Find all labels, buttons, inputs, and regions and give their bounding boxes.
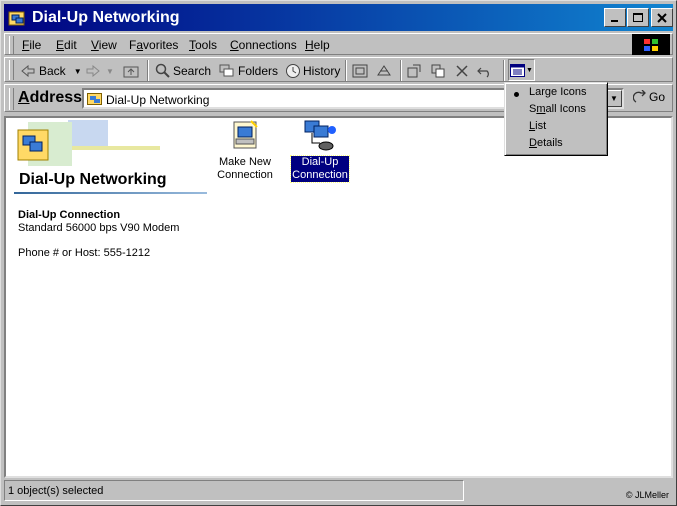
up-button[interactable] — [123, 61, 139, 81]
menu-view[interactable]: View — [91, 38, 117, 52]
standard-toolbar: Back ▼ ▼ Search Folders History ▼ — [4, 57, 673, 82]
radio-bullet-icon — [514, 92, 519, 97]
maximize-icon — [632, 12, 643, 22]
close-button[interactable] — [651, 8, 673, 27]
go-label: Go — [649, 90, 666, 104]
folder-title: Dial-Up Networking — [19, 171, 167, 188]
forward-button[interactable]: ▼ — [86, 61, 114, 81]
dialup-connection-item[interactable]: Dial-Up Connection — [285, 119, 355, 183]
address-value: Dial-Up Networking — [106, 93, 210, 107]
chevron-down-icon: ▼ — [610, 94, 618, 103]
undo-button[interactable] — [477, 61, 493, 81]
status-text: 1 object(s) selected — [8, 485, 104, 497]
move-to-button[interactable] — [406, 61, 422, 81]
history-label: History — [303, 64, 341, 78]
folders-icon — [219, 64, 234, 77]
back-label: Back — [39, 64, 66, 78]
folder-view: Dial-Up Networking Dial-Up Connection St… — [4, 116, 673, 478]
search-icon — [155, 63, 170, 78]
menu-item-large-icons[interactable]: Large Icons — [529, 86, 587, 98]
menu-help[interactable]: Help — [305, 38, 330, 52]
make-new-connection-label: Make New Connection — [217, 156, 273, 181]
up-folder-icon — [123, 66, 139, 78]
status-pane: 1 object(s) selected — [4, 480, 464, 501]
windows-logo — [632, 34, 670, 55]
go-button[interactable]: Go — [633, 90, 665, 104]
back-arrow-icon — [21, 65, 35, 77]
dialup-connection-label: Dial-Up Connection — [290, 155, 350, 183]
disconnect-drive-icon — [377, 65, 391, 76]
copy-to-button[interactable] — [430, 61, 446, 81]
search-label: Search — [173, 64, 212, 78]
history-clock-icon — [286, 64, 300, 78]
toolbar-separator — [503, 60, 505, 81]
dialup-connection-icon — [304, 120, 336, 151]
history-button[interactable]: History — [285, 61, 340, 81]
minimize-button[interactable] — [604, 8, 626, 27]
menu-file[interactable]: File — [22, 38, 41, 52]
folders-button[interactable]: Folders — [219, 61, 278, 81]
make-new-connection-item[interactable]: Make New Connection — [210, 119, 280, 182]
forward-arrow-icon — [86, 65, 100, 77]
menu-favorites[interactable]: Favorites — [129, 38, 178, 52]
undo-icon — [477, 67, 489, 78]
delete-button[interactable] — [455, 61, 469, 81]
status-bar: 1 object(s) selected © JLMeller — [4, 480, 673, 502]
selected-item-name: Dial-Up Connection — [18, 209, 121, 221]
menu-bar: File Edit View Favorites Tools Connectio… — [4, 33, 673, 55]
go-arrow-icon — [633, 90, 646, 103]
address-label: Address — [18, 89, 83, 106]
views-dropdown-icon: ▼ — [526, 66, 533, 74]
folder-banner-graphic — [17, 120, 160, 166]
delete-x-icon — [456, 65, 468, 77]
views-grid-icon — [510, 63, 526, 77]
explorer-window: Dial-Up Networking File Edit View Favori… — [0, 0, 677, 506]
menu-bar-grip[interactable] — [9, 36, 14, 54]
minimize-icon — [611, 19, 618, 22]
menu-edit[interactable]: Edit — [56, 38, 77, 52]
title-bar[interactable]: Dial-Up Networking — [4, 4, 673, 31]
menu-item-details[interactable]: Details — [529, 137, 563, 149]
toolbar-separator — [147, 60, 149, 81]
close-icon — [657, 12, 667, 23]
menu-item-list[interactable]: List — [529, 120, 546, 132]
dialup-folder-icon — [8, 11, 25, 25]
maximize-button[interactable] — [627, 8, 649, 27]
toolbar-grip[interactable] — [9, 60, 14, 80]
map-drive-icon — [352, 64, 368, 78]
menu-tools[interactable]: Tools — [189, 38, 217, 52]
address-grip[interactable] — [9, 88, 14, 110]
disconnect-button[interactable] — [376, 61, 392, 81]
address-dropdown-button[interactable]: ▼ — [606, 90, 622, 107]
menu-item-small-icons[interactable]: Small Icons — [529, 103, 586, 115]
window-title: Dial-Up Networking — [32, 8, 180, 26]
menu-connections[interactable]: Connections — [230, 38, 297, 52]
copyright-credit: © JLMeller — [625, 490, 669, 500]
back-button[interactable]: Back ▼ — [21, 61, 82, 81]
make-new-connection-icon — [233, 120, 258, 149]
selected-item-phone: Phone # or Host: 555-1212 — [18, 247, 151, 259]
toolbar-separator — [345, 60, 347, 81]
toolbar-separator — [400, 60, 402, 81]
map-drive-button[interactable] — [352, 61, 368, 81]
views-button[interactable]: ▼ — [508, 59, 535, 81]
search-button[interactable]: Search — [155, 61, 211, 81]
selected-item-device: Standard 56000 bps V90 Modem — [18, 222, 180, 234]
move-to-icon — [407, 64, 421, 78]
folders-label: Folders — [238, 64, 279, 78]
dialup-folder-small-icon — [87, 93, 102, 105]
windows-flag-icon — [644, 38, 658, 51]
back-dropdown-icon[interactable]: ▼ — [74, 67, 82, 76]
views-menu: Large Icons Small Icons List Details — [504, 82, 608, 156]
forward-dropdown-icon[interactable]: ▼ — [106, 67, 114, 76]
folder-title-rule — [14, 192, 207, 194]
copy-to-icon — [431, 64, 445, 78]
